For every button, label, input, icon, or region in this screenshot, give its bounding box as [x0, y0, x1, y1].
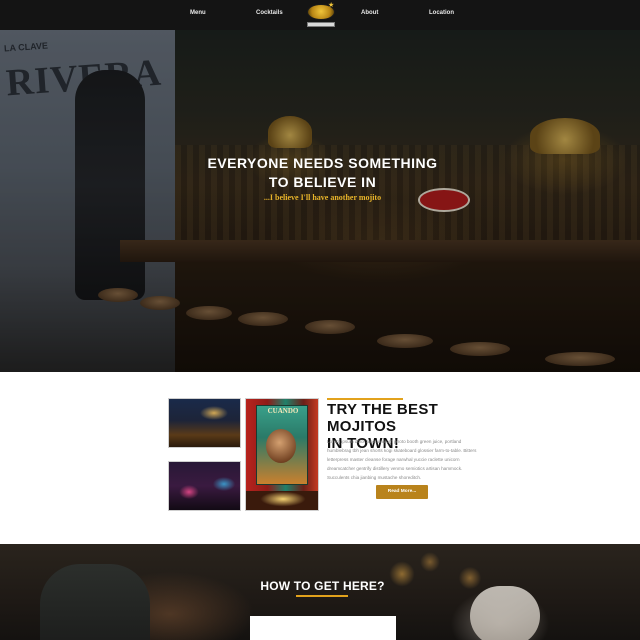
directions-section: HOW TO GET HERE?	[0, 544, 640, 640]
nav-link-menu[interactable]: Menu	[190, 10, 206, 16]
mojito-title-line1: TRY THE BEST MOJITOS	[327, 401, 439, 435]
cocktail-bar-logo-icon[interactable]: ★	[304, 2, 338, 29]
candles	[246, 491, 318, 510]
hero-title-line2: TO BELIEVE IN	[268, 174, 377, 190]
directions-accent-rule	[296, 595, 348, 597]
bar-terrace-photo	[168, 398, 241, 448]
title-accent-rule	[327, 398, 403, 400]
mojito-body-text: Lorem ipsum dolor amet unicorn photo boo…	[327, 439, 477, 480]
star-icon: ★	[328, 2, 335, 9]
hero-title: EVERYONE NEEDS SOMETHING TO BELIEVE IN	[0, 154, 640, 192]
logo-band	[307, 22, 335, 27]
mojito-section: CUANDO TRY THE BEST MOJITOS IN TOWN! Lor…	[0, 372, 640, 544]
hero-banner: LA CLAVE RIVERA EVERYONE NEEDS SOMETHING…	[0, 30, 640, 372]
read-more-button[interactable]: Read More...	[376, 485, 428, 499]
directions-title: HOW TO GET HERE?	[260, 579, 385, 593]
poster-photo: CUANDO	[245, 398, 319, 511]
nav-link-about[interactable]: About	[361, 10, 378, 16]
glass-in-hand	[470, 586, 540, 640]
poster-text: CUANDO	[267, 407, 299, 415]
nightlife-photo	[168, 461, 241, 511]
hero-subtitle: ...I believe I'll have another mojito	[263, 193, 382, 202]
nav-link-cocktails[interactable]: Cocktails	[256, 10, 283, 16]
poster-portrait	[266, 429, 296, 463]
nav-link-location[interactable]: Location	[429, 10, 454, 16]
hero-title-line1: EVERYONE NEEDS SOMETHING	[207, 155, 438, 171]
map-card[interactable]	[250, 616, 396, 640]
top-nav: Menu Cocktails ★ About Location	[0, 0, 640, 30]
bartender-figure	[40, 564, 150, 640]
